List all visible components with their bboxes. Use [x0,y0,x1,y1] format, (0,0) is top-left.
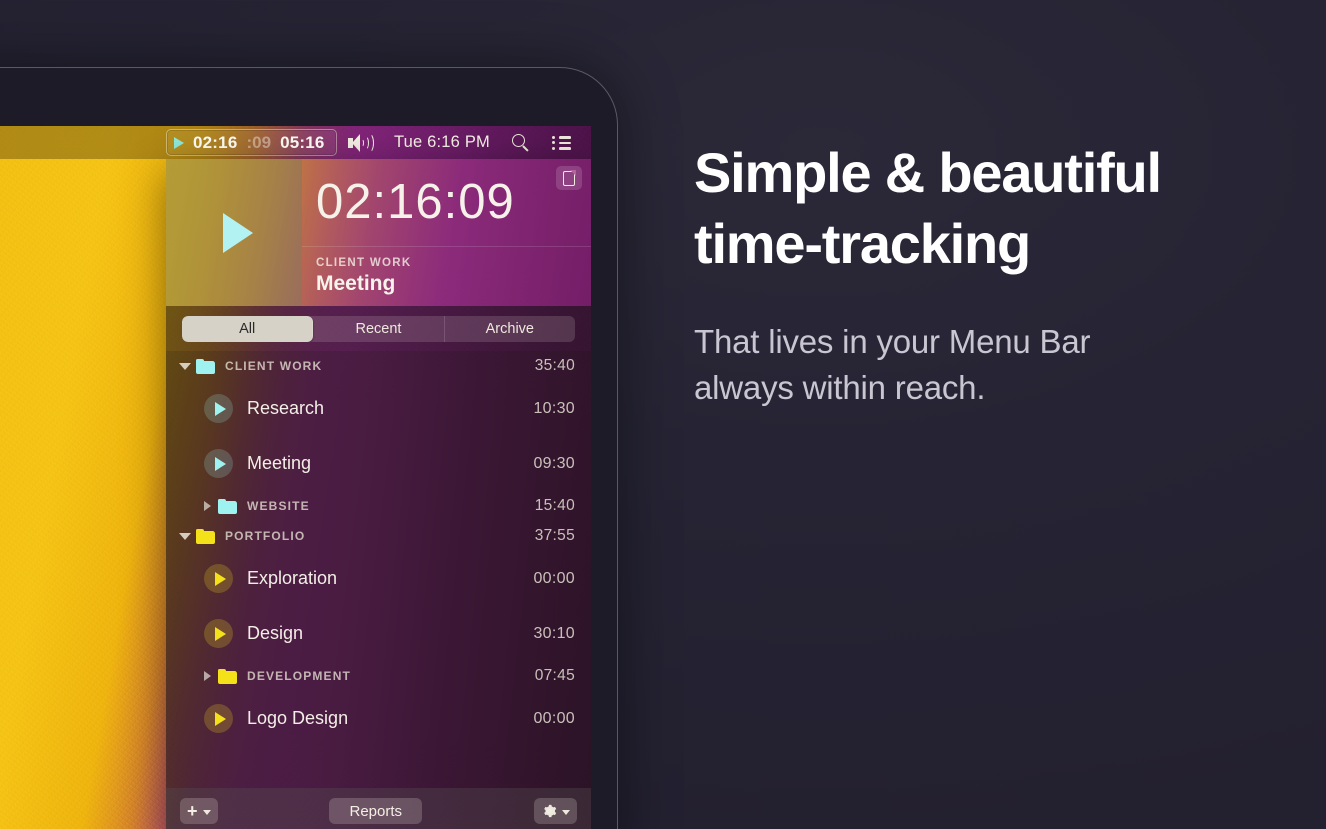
menubar-timer-seconds: :09 [246,132,272,152]
task-row-design[interactable]: Design 30:10 [166,606,591,661]
tab-all[interactable]: All [182,316,314,342]
current-project-label: CLIENT WORK [316,257,412,269]
list-item[interactable]: Design 30:10 [166,606,591,661]
page-title: Simple & beautiful time-tracking [694,138,1294,279]
task-label: Exploration [247,568,338,588]
group-row-website[interactable]: WEBSITE 15:40 [166,491,591,521]
disclosure-triangle-expanded[interactable] [174,532,196,540]
speaker-icon[interactable] [347,132,374,153]
task-play-button[interactable] [204,619,233,648]
menubar-timer-widget[interactable]: 02:16 :09 05:16 [166,129,337,156]
group-row-client-work[interactable]: CLIENT WORK 35:40 [166,351,591,381]
list-item[interactable]: Research 10:30 [166,381,591,436]
tab-archive[interactable]: Archive [445,316,575,342]
list-item[interactable]: Logo Design 00:00 [166,691,591,746]
task-play-button[interactable] [204,394,233,423]
menubar-status-items: Tue 6:16 PM [347,132,591,153]
gear-icon [544,804,557,818]
popover-footer: + Reports [166,788,591,829]
group-label: PORTFOLIO [225,529,306,543]
folder-icon [218,498,237,514]
play-icon [223,212,253,253]
settings-button[interactable] [533,798,577,824]
list-item[interactable]: Exploration 00:00 [166,551,591,606]
list-item[interactable]: WEBSITE 15:40 [166,491,591,521]
task-label: Meeting [247,453,312,473]
header-elapsed-row: 02:16:09 [302,159,591,247]
macos-menubar: 02:16 :09 05:16 Tue 6:16 PM [0,126,591,159]
menubar-timer-alt: 05:16 [280,132,325,152]
folder-icon [196,358,215,374]
task-row-logo-design[interactable]: Logo Design 00:00 [166,691,591,746]
group-label: WEBSITE [247,499,310,513]
group-row-portfolio[interactable]: PORTFOLIO 37:55 [166,521,591,551]
menubar-timer-main: 02:16 [193,132,238,152]
project-task-list[interactable]: CLIENT WORK 35:40 Research 10:30 Meeting… [166,351,591,788]
header-elapsed-time: 02:16:09 [316,175,515,229]
group-label: CLIENT WORK [225,359,323,373]
timetracker-popover: 02:16:09 CLIENT WORK Meeting All Recent … [166,159,591,829]
document-icon [563,169,576,186]
note-button[interactable] [556,166,582,190]
chevron-down-icon [202,809,211,815]
header-main: 02:16:09 CLIENT WORK Meeting [302,159,591,306]
task-time: 30:10 [533,624,575,642]
task-row-meeting[interactable]: Meeting 09:30 [166,436,591,491]
task-play-button[interactable] [204,449,233,478]
headline-line-2: time-tracking [694,211,1031,275]
add-button[interactable]: + [180,798,218,824]
page-subtitle: That lives in your Menu Bar always withi… [694,319,1294,410]
subcopy-line-2: always within reach. [694,368,986,406]
menubar-clock[interactable]: Tue 6:16 PM [394,133,490,152]
list-item[interactable]: PORTFOLIO 37:55 [166,521,591,551]
search-icon[interactable] [512,133,530,152]
group-row-development[interactable]: DEVELOPMENT 07:45 [166,661,591,691]
task-label: Logo Design [247,708,349,728]
reports-button[interactable]: Reports [329,798,423,824]
disclosure-triangle-collapsed[interactable] [196,671,218,681]
control-center-icon[interactable] [552,135,572,151]
laptop-device-bezel: 02:16:09 05:16 Tue 6:16 PM 02:16:09 CLI… [0,67,618,829]
header-play-button[interactable] [166,159,302,306]
play-icon [174,136,184,149]
folder-icon [218,668,237,684]
screenshot-root: 02:16:09 05:16 Tue 6:16 PM 02:16:09 CLI… [0,0,1326,829]
task-time: 10:30 [533,399,575,417]
group-total-time: 35:40 [534,357,575,374]
filter-tabs-container: All Recent Archive [166,306,591,351]
task-time: 00:00 [533,709,575,727]
task-play-button[interactable] [204,564,233,593]
group-total-time: 15:40 [534,497,575,514]
disclosure-triangle-collapsed[interactable] [196,501,218,511]
header-current-task[interactable]: CLIENT WORK Meeting [302,247,591,306]
task-row-exploration[interactable]: Exploration 00:00 [166,551,591,606]
task-time: 09:30 [533,454,575,472]
current-task-label: Meeting [316,272,396,295]
marketing-copy: Simple & beautiful time-tracking That li… [694,138,1294,410]
group-label: DEVELOPMENT [247,669,351,683]
chevron-down-icon [561,809,570,815]
disclosure-triangle-expanded[interactable] [174,362,196,370]
task-row-research[interactable]: Research 10:30 [166,381,591,436]
group-total-time: 37:55 [534,527,575,544]
group-total-time: 07:45 [534,667,575,684]
popover-header: 02:16:09 CLIENT WORK Meeting [166,159,591,306]
tab-recent[interactable]: Recent [313,316,445,342]
task-label: Research [247,398,325,418]
list-item[interactable]: Meeting 09:30 [166,436,591,491]
plus-icon: + [187,801,198,821]
headline-line-1: Simple & beautiful [694,141,1162,204]
subcopy-line-1: That lives in your Menu Bar [694,323,1091,361]
task-time: 00:00 [533,569,575,587]
task-play-button[interactable] [204,704,233,733]
list-item[interactable]: DEVELOPMENT 07:45 [166,661,591,691]
list-item[interactable]: CLIENT WORK 35:40 [166,351,591,381]
folder-icon [196,528,215,544]
filter-segmented-control[interactable]: All Recent Archive [182,316,575,342]
laptop-screen: 02:16:09 05:16 Tue 6:16 PM 02:16:09 CLI… [0,126,591,829]
task-label: Design [247,623,304,643]
